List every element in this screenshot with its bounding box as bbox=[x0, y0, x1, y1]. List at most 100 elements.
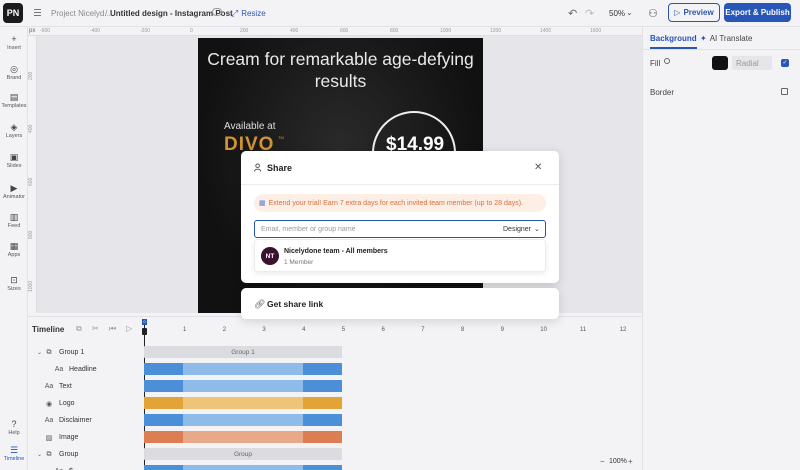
track-segment[interactable] bbox=[144, 397, 183, 409]
share-link-button[interactable]: 🔗︎ Get share link bbox=[241, 288, 559, 319]
timeline-track[interactable] bbox=[144, 465, 342, 470]
layer-row[interactable]: Aa Text bbox=[28, 378, 142, 395]
timeline-track[interactable]: Group 1 bbox=[144, 346, 342, 358]
zoom-out-icon[interactable]: − bbox=[600, 457, 605, 466]
sidebar-item-help[interactable]: ? Help bbox=[0, 419, 28, 436]
tab-background[interactable]: Background bbox=[650, 34, 697, 49]
sidebar-item-animator[interactable]: ▶ Animator bbox=[0, 183, 28, 200]
timeline-track[interactable] bbox=[144, 363, 342, 375]
track-segment[interactable] bbox=[144, 363, 183, 375]
layer-row[interactable]: Aa Disclaimer bbox=[28, 412, 142, 429]
ruler-tick: -200 bbox=[140, 28, 151, 34]
track-segment[interactable] bbox=[183, 465, 303, 470]
group-layer-icon: ⧉ bbox=[46, 450, 52, 458]
track-segment[interactable] bbox=[144, 414, 183, 426]
invite-field[interactable]: Designer ⌄ bbox=[254, 220, 546, 238]
track-segment[interactable] bbox=[183, 380, 303, 392]
menu-icon[interactable] bbox=[34, 9, 41, 16]
track-segment[interactable] bbox=[183, 363, 303, 375]
track-segment[interactable] bbox=[183, 431, 303, 443]
group-track[interactable]: Group bbox=[144, 448, 342, 460]
play-icon[interactable]: ▷ bbox=[126, 324, 132, 333]
vertical-ruler: 200 400 600 800 1000 bbox=[28, 36, 37, 313]
resize-label: Resize bbox=[241, 9, 266, 18]
fill-label: Fill bbox=[650, 59, 661, 68]
layer-row[interactable]: ⌄ ⧉ Group 1 bbox=[28, 344, 142, 361]
track-segment[interactable] bbox=[303, 397, 342, 409]
fill-checkbox[interactable]: ✓ bbox=[781, 59, 789, 67]
sidebar-item-timeline[interactable]: ☰ Timeline bbox=[0, 445, 28, 462]
zoom-level[interactable]: 50% bbox=[609, 9, 625, 18]
left-sidebar: + Insert ◎ Brand ▤ Templates ◈ Layers ▣ Slides ▶ An… bbox=[0, 27, 28, 470]
track-segment[interactable] bbox=[303, 431, 342, 443]
track-segment[interactable] bbox=[303, 380, 342, 392]
zoom-in-icon[interactable]: + bbox=[628, 457, 633, 466]
ruler-tick: 600 bbox=[340, 28, 349, 34]
add-user-icon[interactable]: ⚇ bbox=[648, 7, 658, 20]
fill-color-swatch[interactable] bbox=[712, 56, 728, 70]
track-segment[interactable] bbox=[303, 414, 342, 426]
layer-row[interactable]: Aa$ bbox=[28, 463, 142, 470]
layer-row[interactable]: ◉ Logo bbox=[28, 395, 142, 412]
close-icon[interactable]: ✕ bbox=[534, 162, 542, 173]
role-select[interactable]: Designer ⌄ bbox=[503, 225, 540, 234]
layer-row[interactable]: Aa Headline bbox=[28, 361, 142, 378]
border-checkbox[interactable] bbox=[781, 88, 788, 95]
sidebar-item-label: Slides bbox=[6, 163, 22, 169]
resize-button[interactable]: ⤢ Resize bbox=[231, 8, 266, 19]
chevron-down-icon[interactable]: ⌄ bbox=[36, 349, 43, 356]
gift-icon: ▦ bbox=[259, 200, 266, 207]
redo-icon[interactable]: ↷ bbox=[585, 7, 594, 20]
available-text[interactable]: Available at bbox=[224, 121, 276, 132]
sidebar-item-slides[interactable]: ▣ Slides bbox=[0, 152, 28, 169]
track-segment[interactable] bbox=[183, 414, 303, 426]
group-track[interactable]: Group 1 bbox=[144, 346, 342, 358]
sidebar-item-layers[interactable]: ◈ Layers bbox=[0, 122, 28, 139]
timeline-track[interactable] bbox=[144, 380, 342, 392]
layer-row[interactable]: ▨ Image bbox=[28, 429, 142, 446]
timeline-track[interactable] bbox=[144, 414, 342, 426]
timeline-zoom[interactable]: 100% bbox=[609, 458, 627, 465]
sidebar-item-templates[interactable]: ▤ Templates bbox=[0, 92, 28, 109]
image-layer-icon: ▨ bbox=[45, 434, 53, 442]
sidebar-item-insert[interactable]: + Insert bbox=[0, 34, 28, 51]
timeline-track[interactable] bbox=[144, 397, 342, 409]
track-segment[interactable] bbox=[144, 380, 183, 392]
timeline-track[interactable]: Group bbox=[144, 448, 342, 460]
track-segment[interactable] bbox=[144, 431, 183, 443]
track-segment[interactable] bbox=[183, 397, 303, 409]
app-logo[interactable]: PN bbox=[3, 3, 23, 23]
sidebar-item-brand[interactable]: ◎ Brand bbox=[0, 64, 28, 81]
track-segment[interactable] bbox=[303, 465, 342, 470]
layer-name: Group 1 bbox=[59, 349, 85, 356]
ruler-tick: 1000 bbox=[28, 280, 34, 292]
timeline-track[interactable] bbox=[144, 431, 342, 443]
tab-ai-translate[interactable]: ✦ AI Translate bbox=[700, 34, 752, 43]
fill-type-select[interactable]: Radial bbox=[732, 56, 772, 70]
team-name: Nicelydone team - All members bbox=[284, 248, 388, 255]
sidebar-item-apps[interactable]: ▦ Apps bbox=[0, 241, 28, 258]
text-layer-icon: Aa bbox=[44, 417, 54, 424]
preview-label: Preview bbox=[683, 8, 714, 17]
track-segment[interactable] bbox=[144, 465, 183, 470]
chevron-down-icon[interactable]: ⌄ bbox=[36, 451, 43, 458]
track-segment[interactable] bbox=[303, 363, 342, 375]
invite-input[interactable] bbox=[261, 224, 481, 235]
preview-button[interactable]: ▷ Preview bbox=[668, 3, 720, 22]
sidebar-item-feed[interactable]: ▥ Feed bbox=[0, 212, 28, 229]
suggestion-item[interactable]: NT Nicelydone team - All members 1 Membe… bbox=[254, 239, 546, 272]
sidebar-item-sizes[interactable]: ⊡ Sizes bbox=[0, 275, 28, 292]
headline-text[interactable]: Cream for remarkable age-defying results bbox=[198, 48, 483, 92]
duplicate-icon[interactable]: ⧉ bbox=[76, 324, 82, 334]
image-layer-icon: ◉ bbox=[45, 400, 53, 408]
sidebar-sizes-icon: ⊡ bbox=[10, 275, 18, 285]
fill-settings-icon[interactable] bbox=[664, 58, 670, 64]
export-publish-button[interactable]: Export & Publish bbox=[724, 3, 791, 22]
breadcrumb-project[interactable]: Project Nicelyd... bbox=[51, 9, 111, 18]
playhead-handle[interactable] bbox=[142, 328, 147, 335]
skip-back-icon[interactable]: ⏮ bbox=[109, 324, 116, 334]
layer-row[interactable]: ⌄ ⧉ Group bbox=[28, 446, 142, 463]
split-icon[interactable]: ✂ bbox=[92, 324, 99, 333]
undo-icon[interactable]: ↶ bbox=[568, 7, 577, 20]
chevron-down-icon[interactable]: ⌄ bbox=[626, 8, 633, 17]
